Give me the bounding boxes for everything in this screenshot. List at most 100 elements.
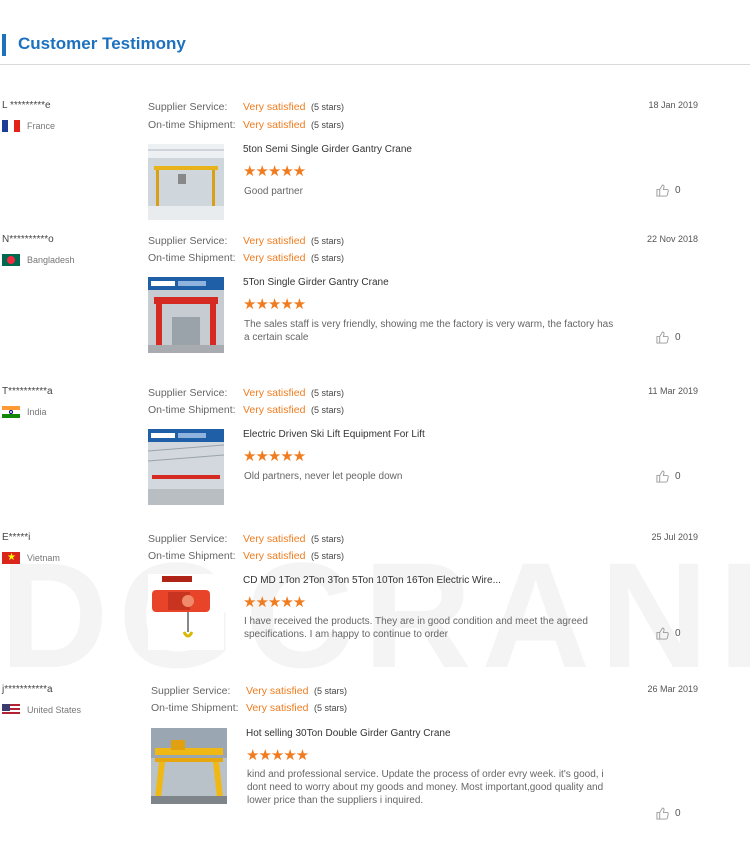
flag-france-icon [2, 120, 20, 132]
like-count: 0 [675, 185, 681, 196]
buyer-name: E*****i [2, 532, 31, 543]
review-comment: The sales staff is very friendly, showin… [244, 319, 614, 343]
like-button[interactable]: 0 [656, 627, 681, 640]
review-date: 25 Jul 2019 [651, 532, 698, 542]
shipment-label: On-time Shipment: [151, 702, 239, 714]
flag-india-icon [2, 406, 20, 418]
review-date: 22 Nov 2018 [646, 234, 698, 244]
supplier-service-value: Very satisfied [243, 101, 306, 113]
rating-stars: ★★★★★ [246, 747, 309, 764]
review-comment: I have received the products. They are i… [244, 616, 588, 640]
rating-stars: ★★★★★ [243, 296, 306, 313]
shipment-label: On-time Shipment: [148, 252, 236, 264]
supplier-service-stars: (5 stars) [311, 388, 345, 398]
supplier-service-stars: (5 stars) [314, 686, 348, 696]
buyer-country: United States [2, 704, 81, 716]
section-header: Customer Testimony [0, 30, 750, 65]
review-date: 11 Mar 2019 [648, 386, 698, 396]
thumbs-up-icon [656, 184, 669, 197]
thumbs-up-icon [656, 470, 669, 483]
supplier-service-label: Supplier Service: [148, 387, 228, 399]
rating-stars: ★★★★★ [243, 448, 306, 465]
shipment-label: On-time Shipment: [148, 550, 236, 562]
header-accent-bar [2, 34, 6, 56]
review-date: 18 Jan 2019 [648, 100, 698, 110]
shipment-stars: (5 stars) [311, 551, 345, 561]
buyer-name: N**********o [2, 234, 54, 245]
thumbs-up-icon [656, 807, 669, 820]
supplier-service-label: Supplier Service: [148, 533, 228, 545]
review-date: 26 Mar 2019 [647, 684, 698, 694]
product-thumbnail[interactable] [151, 728, 227, 804]
shipment-row: On-time Shipment: Very satisfied (5 star… [151, 702, 347, 714]
shipment-value: Very satisfied [246, 702, 309, 714]
shipment-row: On-time Shipment: Very satisfied (5 star… [148, 550, 344, 562]
supplier-service-stars: (5 stars) [311, 102, 345, 112]
like-button[interactable]: 0 [656, 331, 681, 344]
product-name[interactable]: 5Ton Single Girder Gantry Crane [243, 277, 389, 288]
shipment-label: On-time Shipment: [148, 404, 236, 416]
buyer-name: j***********a [2, 684, 53, 695]
review-comment: kind and professional service. Update th… [247, 769, 604, 806]
country-name: Bangladesh [27, 255, 75, 265]
like-count: 0 [675, 628, 681, 639]
supplier-service-value: Very satisfied [246, 685, 309, 697]
country-name: United States [27, 705, 82, 715]
supplier-service-stars: (5 stars) [311, 534, 345, 544]
buyer-country: India [2, 406, 47, 418]
thumbs-up-icon [656, 331, 669, 344]
supplier-service-value: Very satisfied [243, 387, 306, 399]
like-button[interactable]: 0 [656, 807, 681, 820]
supplier-service-row: Supplier Service: Very satisfied (5 star… [148, 101, 344, 113]
shipment-stars: (5 stars) [311, 120, 345, 130]
shipment-stars: (5 stars) [314, 703, 348, 713]
shipment-row: On-time Shipment: Very satisfied (5 star… [148, 404, 344, 416]
product-name[interactable]: CD MD 1Ton 2Ton 3Ton 5Ton 10Ton 16Ton El… [243, 575, 501, 586]
shipment-value: Very satisfied [243, 252, 306, 264]
buyer-name: T**********a [2, 386, 53, 397]
like-count: 0 [675, 471, 681, 482]
shipment-value: Very satisfied [243, 404, 306, 416]
section-title: Customer Testimony [18, 34, 186, 53]
shipment-stars: (5 stars) [311, 253, 345, 263]
buyer-country: France [2, 120, 55, 132]
supplier-service-label: Supplier Service: [148, 101, 228, 113]
shipment-value: Very satisfied [243, 119, 306, 131]
shipment-row: On-time Shipment: Very satisfied (5 star… [148, 119, 344, 131]
review-comment: Old partners, never let people down [244, 471, 403, 482]
supplier-service-row: Supplier Service: Very satisfied (5 star… [151, 685, 347, 697]
product-thumbnail[interactable] [148, 144, 224, 220]
supplier-service-row: Supplier Service: Very satisfied (5 star… [148, 235, 344, 247]
product-name[interactable]: 5ton Semi Single Girder Gantry Crane [243, 144, 412, 155]
supplier-service-value: Very satisfied [243, 235, 306, 247]
shipment-row: On-time Shipment: Very satisfied (5 star… [148, 252, 344, 264]
product-thumbnail[interactable] [148, 574, 224, 650]
supplier-service-label: Supplier Service: [148, 235, 228, 247]
buyer-country: Bangladesh [2, 254, 75, 266]
flag-united-states-icon [2, 704, 20, 716]
thumbs-up-icon [656, 627, 669, 640]
product-name[interactable]: Electric Driven Ski Lift Equipment For L… [243, 429, 425, 440]
flag-bangladesh-icon [2, 254, 20, 266]
shipment-value: Very satisfied [243, 550, 306, 562]
shipment-stars: (5 stars) [311, 405, 345, 415]
rating-stars: ★★★★★ [243, 163, 306, 180]
shipment-label: On-time Shipment: [148, 119, 236, 131]
review-comment: Good partner [244, 186, 303, 197]
supplier-service-label: Supplier Service: [151, 685, 231, 697]
product-name[interactable]: Hot selling 30Ton Double Girder Gantry C… [246, 728, 451, 739]
buyer-country: ★ Vietnam [2, 552, 60, 564]
flag-vietnam-icon: ★ [2, 552, 20, 564]
buyer-name: L *********e [2, 100, 51, 111]
rating-stars: ★★★★★ [243, 594, 306, 611]
supplier-service-value: Very satisfied [243, 533, 306, 545]
like-button[interactable]: 0 [656, 470, 681, 483]
like-button[interactable]: 0 [656, 184, 681, 197]
product-thumbnail[interactable] [148, 277, 224, 353]
product-thumbnail[interactable] [148, 429, 224, 505]
country-name: Vietnam [27, 553, 60, 563]
supplier-service-stars: (5 stars) [311, 236, 345, 246]
country-name: India [27, 407, 47, 417]
supplier-service-row: Supplier Service: Very satisfied (5 star… [148, 387, 344, 399]
like-count: 0 [675, 332, 681, 343]
